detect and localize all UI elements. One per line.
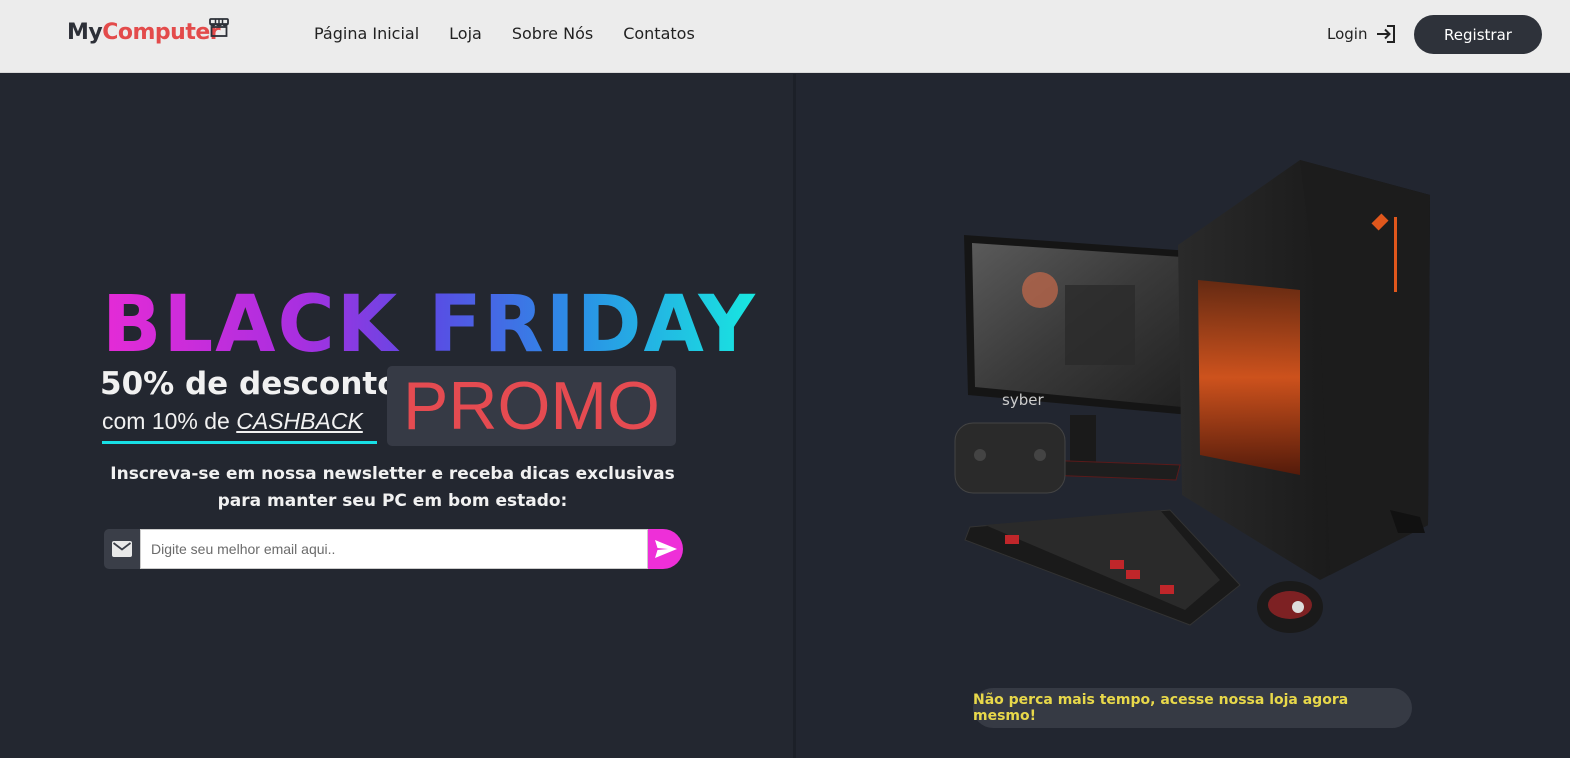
- login-link[interactable]: Login: [1327, 24, 1397, 44]
- nav-home[interactable]: Página Inicial: [314, 24, 419, 43]
- logo-my: My: [67, 20, 103, 45]
- newsletter-line-1: Inscreva-se em nossa newsletter e receba…: [110, 464, 675, 484]
- cashback-prefix: com 10% de: [102, 408, 237, 434]
- logo[interactable]: MyComputer: [67, 20, 221, 45]
- discount-text: 50% de desconto: [100, 366, 399, 402]
- black-friday-title: BLACK FRIDAY: [102, 280, 757, 370]
- cashback-underline: [102, 441, 377, 444]
- gaming-pc-image: syber: [954, 160, 1430, 633]
- send-icon: [654, 540, 677, 558]
- promo-badge: PROMO: [387, 366, 676, 446]
- mail-icon: [104, 529, 140, 569]
- login-arrow-icon: [1377, 25, 1396, 43]
- main-nav: Página Inicial Loja Sobre Nós Contatos: [314, 24, 695, 43]
- register-button[interactable]: Registrar: [1414, 15, 1542, 54]
- nav-store[interactable]: Loja: [449, 24, 482, 43]
- nav-contacts[interactable]: Contatos: [623, 24, 695, 43]
- login-label: Login: [1327, 25, 1368, 43]
- cta-label: Não perca mais tempo, acesse nossa loja …: [973, 692, 1349, 724]
- newsletter-line-2: para manter seu PC em bom estado:: [217, 491, 568, 511]
- product-brand: syber: [1002, 391, 1044, 409]
- cashback-text: com 10% de CASHBACK: [102, 408, 363, 435]
- promo-text: PROMO: [403, 368, 660, 444]
- logo-computer: Computer: [102, 20, 221, 45]
- email-input[interactable]: [140, 529, 648, 569]
- nav-about[interactable]: Sobre Nós: [512, 24, 593, 43]
- cta-store-button[interactable]: Não perca mais tempo, acesse nossa loja …: [973, 688, 1412, 728]
- store-icon: [208, 18, 230, 43]
- newsletter-text: Inscreva-se em nossa newsletter e receba…: [110, 461, 675, 515]
- site-header: MyComputer Página Inicial Loja Sobre Nós…: [0, 0, 1570, 73]
- cashback-word: CASHBACK: [236, 408, 363, 434]
